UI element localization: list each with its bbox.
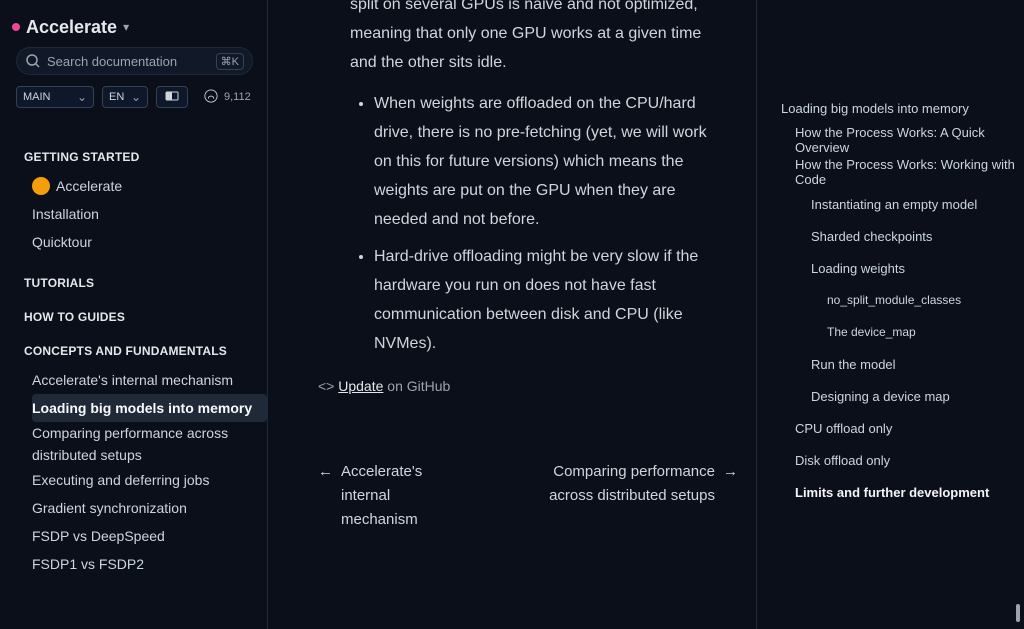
sidebar-item-label: Gradient synchronization bbox=[32, 500, 187, 516]
toc-item-label: How the Process Works: A Quick Overview bbox=[795, 125, 985, 155]
section-how-to-guides[interactable]: HOW TO GUIDES bbox=[24, 310, 267, 324]
sidebar-item-fsdp1-vs-fsdp2[interactable]: FSDP1 vs FSDP2 bbox=[32, 550, 267, 578]
sidebar-nav: GETTING STARTED Accelerate Installation … bbox=[16, 130, 267, 578]
sidebar-item-label: FSDP1 vs FSDP2 bbox=[32, 556, 145, 572]
search-placeholder: Search documentation bbox=[47, 53, 178, 69]
search-hotkey: ⌘K bbox=[215, 52, 244, 70]
toc-item-cpu-offload-only[interactable]: CPU offload only bbox=[795, 412, 1024, 444]
toc-item-label: Disk offload only bbox=[795, 452, 891, 468]
arrow-right-icon: → bbox=[723, 463, 738, 480]
theme-toggle-button[interactable] bbox=[156, 86, 188, 108]
section-concepts[interactable]: CONCEPTS AND FUNDAMENTALS bbox=[24, 344, 267, 358]
app-root: Accelerate ▾ Search documentation ⌘K MAI… bbox=[0, 0, 1024, 629]
edit-on-github: <> Update on GitHub bbox=[318, 378, 450, 394]
bullet-item: Hard-drive offloading might be very slow… bbox=[374, 242, 716, 358]
toc-item-loading-weights[interactable]: Loading weights bbox=[811, 252, 1024, 284]
content-paragraph: split on several GPUs is naive and not o… bbox=[350, 0, 702, 71]
toc-item-device-map[interactable]: The device_map bbox=[827, 316, 1024, 348]
sidebar-item-fsdp-vs-deepspeed[interactable]: FSDP vs DeepSpeed bbox=[32, 522, 267, 550]
sidebar-item-accelerate[interactable]: Accelerate bbox=[32, 172, 267, 200]
bullet-item: When weights are offloaded on the CPU/ha… bbox=[374, 89, 716, 234]
toc-item-process-quick-overview[interactable]: How the Process Works: A Quick Overview bbox=[795, 124, 1024, 156]
prev-next-nav: ← Accelerate's internal mechanism Compar… bbox=[318, 460, 738, 540]
toc-item-designing-device-map[interactable]: Designing a device map bbox=[811, 380, 1024, 412]
sidebar-controls: MAIN ⌄ EN ⌄ 9,112 bbox=[16, 86, 251, 108]
code-icon: <> bbox=[318, 378, 335, 394]
section-getting-started: GETTING STARTED bbox=[24, 150, 140, 164]
sidebar-item-quicktour[interactable]: Quicktour bbox=[32, 228, 267, 256]
toc-item-sharded-checkpoints[interactable]: Sharded checkpoints bbox=[811, 220, 1024, 252]
github-stars-count: 9,112 bbox=[224, 91, 251, 103]
branch-select[interactable]: MAIN ⌄ bbox=[16, 86, 94, 108]
toc-item-label: Designing a device map bbox=[811, 388, 950, 404]
toc-item-label: Loading big models into memory bbox=[781, 100, 969, 116]
toc-item-label: The device_map bbox=[827, 325, 916, 339]
toc-item-loading-big-models[interactable]: Loading big models into memory bbox=[781, 92, 1024, 124]
toc-item-label: Run the model bbox=[811, 356, 896, 372]
sidebar-item-big-models[interactable]: Loading big models into memory bbox=[32, 394, 267, 422]
sidebar-item-label: Accelerate bbox=[56, 178, 123, 194]
brand-dropdown[interactable]: Accelerate ▾ bbox=[12, 14, 129, 40]
sidebar-item-label: Quicktour bbox=[32, 234, 92, 250]
content-bullets: When weights are offloaded on the CPU/ha… bbox=[350, 89, 716, 358]
hugging-face-icon bbox=[32, 177, 50, 195]
page-scrollbar-thumb[interactable] bbox=[1016, 604, 1020, 622]
toc-item-label: How the Process Works: Working with Code bbox=[795, 157, 1015, 187]
sidebar-item-executing-deferring[interactable]: Executing and deferring jobs bbox=[32, 466, 267, 494]
sidebar-item-label: Accelerate's internal mechanism bbox=[32, 372, 234, 388]
brand-dot bbox=[12, 23, 20, 31]
sidebar-item-installation[interactable]: Installation bbox=[32, 200, 267, 228]
toc-item-label: Sharded checkpoints bbox=[811, 228, 933, 244]
chevron-down-icon: ▾ bbox=[123, 20, 130, 34]
sidebar-item-label: Comparing performance across distributed… bbox=[32, 425, 229, 463]
prev-page-link[interactable]: ← Accelerate's internal mechanism bbox=[318, 460, 458, 532]
toc-item-limits-further-development[interactable]: Limits and further development bbox=[795, 476, 1024, 508]
edit-suffix: on GitHub bbox=[387, 378, 451, 394]
sidebar-item-internal-mechanism[interactable]: Accelerate's internal mechanism bbox=[32, 366, 267, 394]
toc-item-label: Limits and further development bbox=[795, 484, 990, 500]
toc-item-no-split-module-classes[interactable]: no_split_module_classes bbox=[827, 284, 1024, 316]
theme-icon bbox=[165, 88, 179, 106]
sidebar-item-label: FSDP vs DeepSpeed bbox=[32, 528, 165, 544]
branch-select-value: MAIN bbox=[23, 91, 51, 103]
brand-name: Accelerate bbox=[26, 16, 118, 37]
section-tutorials[interactable]: TUTORIALS bbox=[24, 276, 267, 290]
prev-page-label: Accelerate's internal mechanism bbox=[341, 463, 423, 528]
toc-item-label: Instantiating an empty model bbox=[811, 196, 978, 212]
next-page-label: Comparing performance across distributed… bbox=[549, 463, 715, 504]
search-icon bbox=[25, 53, 41, 69]
github-stars[interactable]: 9,112 bbox=[204, 86, 251, 108]
sidebar-item-gradient-sync[interactable]: Gradient synchronization bbox=[32, 494, 267, 522]
search-bar[interactable]: Search documentation ⌘K bbox=[16, 47, 253, 75]
sidebar-item-label: Loading big models into memory bbox=[32, 400, 253, 416]
toc-item-disk-offload-only[interactable]: Disk offload only bbox=[795, 444, 1024, 476]
toc-item-label: no_split_module_classes bbox=[827, 293, 962, 307]
sidebar-item-label: Installation bbox=[32, 206, 99, 222]
toc-item-instantiating-empty-model[interactable]: Instantiating an empty model bbox=[811, 188, 1024, 220]
chevron-down-icon: ⌄ bbox=[130, 90, 141, 104]
toc-item-process-working-code[interactable]: How the Process Works: Working with Code bbox=[795, 156, 1024, 188]
toc-item-run-the-model[interactable]: Run the model bbox=[811, 348, 1024, 380]
sidebar-item-comparing-performance[interactable]: Comparing performance across distributed… bbox=[32, 422, 267, 466]
left-sidebar: Accelerate ▾ Search documentation ⌘K MAI… bbox=[0, 0, 268, 629]
language-select-value: EN bbox=[109, 91, 125, 103]
toc-item-label: CPU offload only bbox=[795, 420, 893, 436]
right-toc: Loading big models into memory How the P… bbox=[756, 0, 1024, 629]
sidebar-item-label: Executing and deferring jobs bbox=[32, 472, 210, 488]
toc-item-label: Loading weights bbox=[811, 260, 905, 276]
arrow-left-icon: ← bbox=[318, 463, 333, 480]
language-select[interactable]: EN ⌄ bbox=[102, 86, 148, 108]
next-page-link[interactable]: Comparing performance across distributed… bbox=[518, 460, 738, 508]
github-icon bbox=[204, 88, 218, 106]
update-link[interactable]: Update bbox=[338, 378, 383, 394]
chevron-down-icon: ⌄ bbox=[76, 90, 87, 104]
